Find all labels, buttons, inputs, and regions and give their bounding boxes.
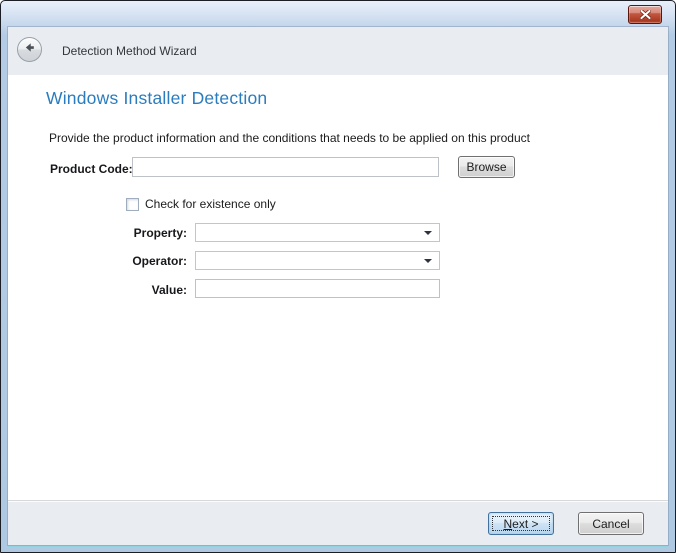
existence-only-label[interactable]: Check for existence only (145, 197, 276, 211)
wizard-window: Detection Method Wizard Windows Installe… (0, 0, 676, 553)
cancel-button-label: Cancel (592, 517, 629, 531)
page-description: Provide the product information and the … (49, 131, 530, 145)
next-button[interactable]: Next > (488, 512, 554, 535)
wizard-title: Detection Method Wizard (62, 44, 197, 58)
chevron-down-icon (424, 231, 432, 235)
next-button-label: Next > (503, 517, 538, 531)
property-label: Property: (88, 226, 187, 240)
product-code-label: Product Code: (50, 162, 133, 176)
browse-button-label: Browse (466, 160, 506, 174)
value-label: Value: (88, 283, 187, 297)
close-icon (640, 10, 651, 19)
browse-button[interactable]: Browse (458, 156, 515, 178)
page-title: Windows Installer Detection (46, 88, 267, 109)
property-dropdown[interactable] (195, 223, 440, 242)
footer-bar: Next > Cancel (8, 500, 668, 545)
close-button[interactable] (628, 5, 662, 24)
operator-label: Operator: (88, 254, 187, 268)
operator-dropdown[interactable] (195, 251, 440, 270)
chevron-down-icon (424, 259, 432, 263)
wizard-header: Detection Method Wizard (8, 27, 668, 75)
back-arrow-icon (22, 40, 37, 60)
product-code-input[interactable] (132, 157, 439, 177)
existence-only-checkbox[interactable] (126, 198, 139, 211)
value-input[interactable] (195, 279, 440, 298)
back-button[interactable] (17, 37, 42, 62)
cancel-button[interactable]: Cancel (578, 512, 644, 535)
dialog-client-area: Detection Method Wizard Windows Installe… (8, 27, 668, 545)
